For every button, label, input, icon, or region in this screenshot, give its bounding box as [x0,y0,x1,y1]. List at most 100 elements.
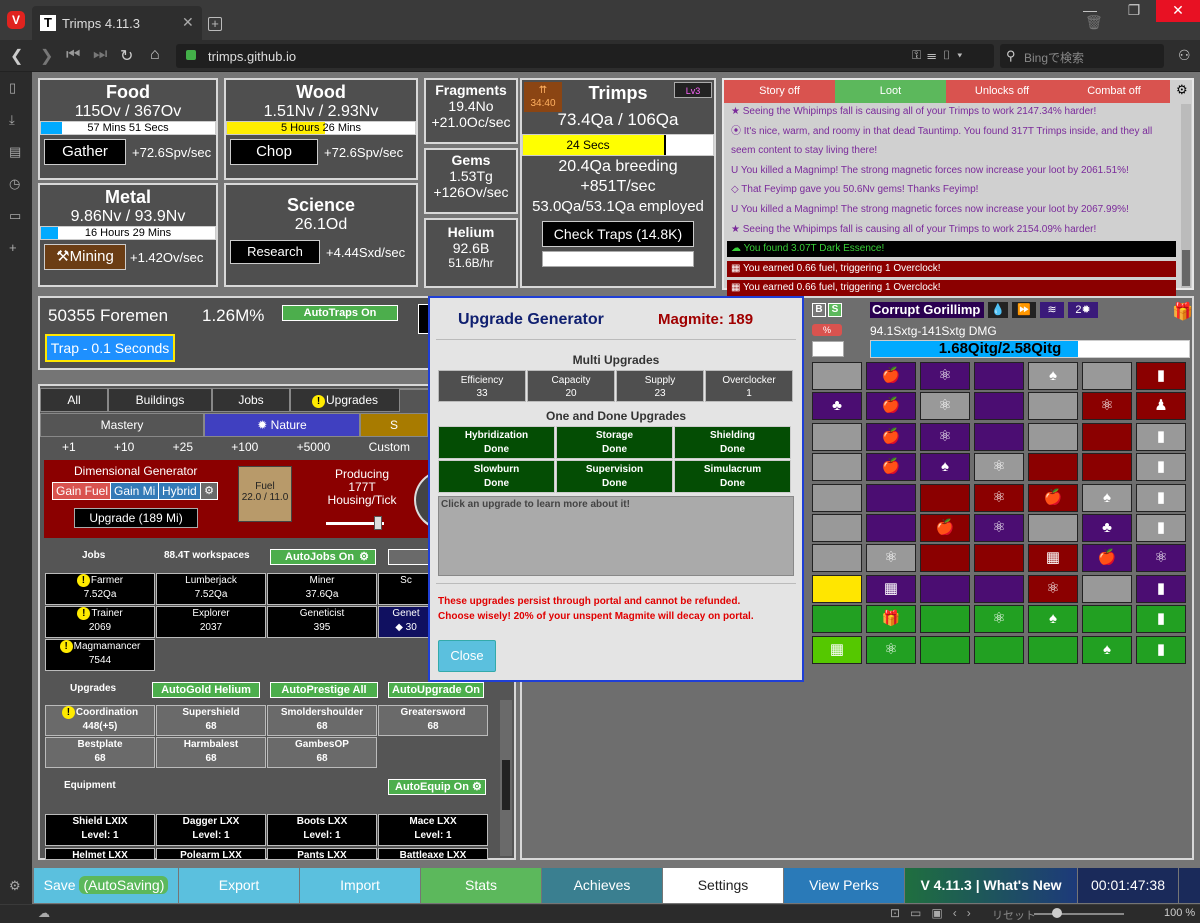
map-cell[interactable]: 🍎 [1082,544,1132,573]
amount-10[interactable]: +10 [114,440,134,458]
map-cell[interactable]: ⚛ [974,605,1024,634]
version-button[interactable]: V 4.11.3 | What's New [905,868,1077,903]
job-extra-button[interactable] [388,549,430,565]
gain-fuel-button[interactable]: Gain Fuel [52,482,113,500]
map-cell[interactable] [974,362,1024,390]
map-cell[interactable]: ▮ [1136,453,1186,482]
stats-button[interactable]: Stats [421,868,541,903]
map-cell[interactable]: ♠ [1082,483,1132,512]
b-button[interactable]: B [812,303,826,317]
chop-button[interactable]: Chop [230,139,318,165]
map-cell[interactable]: ⚛ [866,544,916,573]
equipment-7[interactable]: Battleaxe LXX [378,848,488,860]
autoequip-button[interactable]: AutoEquip On ⚙ [388,779,486,795]
job-miner[interactable]: Miner 37.6Qa [267,573,377,605]
fast-forward-icon[interactable]: ⏩ [1012,302,1036,318]
map-cell[interactable] [866,514,916,542]
job-magmamancer[interactable]: ! Magmamancer 7544 [45,639,155,671]
map-cell[interactable] [1028,514,1078,542]
once-upgrade-hybridization[interactable]: Hybridization Done [438,426,555,459]
upgrade-supershield[interactable]: Supershield 68 [156,705,266,736]
upgrade-harmbalest[interactable]: Harmbalest 68 [156,737,266,768]
view-perks-button[interactable]: View Perks [784,868,904,903]
tab-nature[interactable]: ✹ Nature [204,413,360,437]
job-genet[interactable]: Genet ◆ 30 [378,606,434,638]
map-cell[interactable] [920,544,970,573]
map-cell[interactable] [1028,453,1078,482]
import-button[interactable]: Import [300,868,420,903]
log-scroll-thumb[interactable] [1182,250,1190,286]
upgrade-bestplate[interactable]: Bestplate 68 [45,737,155,768]
map-cell[interactable] [920,605,970,634]
once-upgrade-simulacrum[interactable]: Simulacrum Done [674,460,791,493]
job-farmer[interactable]: ! Farmer 7.52Qa [45,573,155,605]
map-cell[interactable] [920,635,970,664]
map-cell[interactable]: ▮ [1136,362,1186,390]
equipment-3[interactable]: Mace LXX Level: 1 [378,814,488,846]
amount-custom[interactable]: Custom [369,440,410,458]
map-cell[interactable] [974,422,1024,451]
cloud-icon[interactable]: ☁ [38,906,50,920]
map-cell[interactable] [920,574,970,603]
gain-mi-button[interactable]: Gain Mi [110,482,160,500]
housing-slider-knob[interactable] [374,516,382,530]
job-sc[interactable]: Sc [378,573,434,605]
equipment-2[interactable]: Boots LXX Level: 1 [267,814,377,846]
mining-button[interactable]: ⚒Mining [44,244,126,270]
map-cell[interactable]: ▮ [1136,514,1186,542]
reload-icon[interactable]: ↻ [120,46,133,66]
hybrid-button[interactable]: Hybrid [158,482,201,500]
map-cell[interactable] [1028,392,1078,421]
trap-button[interactable]: Trap - 0.1 Seconds [45,334,175,362]
export-button[interactable]: Export [179,868,299,903]
map-cell[interactable]: 🍎 [866,422,916,451]
upgrade-greatersword[interactable]: Greatersword 68 [378,705,488,736]
close-button[interactable]: Close [438,640,496,672]
map-cell[interactable] [1082,574,1132,603]
autojobs-gear-icon[interactable]: ⚙ [359,551,369,563]
autoupgrade-button[interactable]: AutoUpgrade On [388,682,484,698]
map-cell[interactable] [1028,422,1078,451]
tab-upgrades[interactable]: ! Upgrades [290,388,400,412]
amount-100[interactable]: +100 [231,440,258,458]
job-geneticist[interactable]: Geneticist 395 [267,606,377,638]
autojobs-button[interactable]: AutoJobs On ⚙ [270,549,376,565]
map-cell[interactable] [920,483,970,512]
autoequip-gear-icon[interactable]: ⚙ [472,781,482,793]
map-cell[interactable]: ▮ [1136,605,1186,634]
tab-jobs[interactable]: Jobs [212,388,290,412]
map-cell[interactable] [1082,605,1132,634]
tab-s[interactable]: S [360,413,428,437]
tab-all[interactable]: All [40,388,108,412]
log-filter-combat[interactable]: Combat off [1058,80,1170,103]
map-cell[interactable]: ▮ [1136,574,1186,603]
map-cell[interactable]: ♟ [1136,392,1186,421]
url-field[interactable] [176,44,994,68]
equipment-5[interactable]: Polearm LXX [156,848,266,860]
log-filter-loot[interactable]: Loot [835,80,946,103]
once-upgrade-storage[interactable]: Storage Done [556,426,673,459]
multi-upgrade-supply[interactable]: Supply 23 [616,370,704,402]
amount-25[interactable]: +25 [173,440,193,458]
job-lumberjack[interactable]: Lumberjack 7.52Qa [156,573,266,605]
map-cell[interactable] [812,514,862,542]
new-tab-icon[interactable]: + [208,17,222,31]
map-cell[interactable] [1082,453,1132,482]
check-traps-button[interactable]: Check Traps (14.8K) [542,221,694,247]
log-filter-unlocks[interactable]: Unlocks off [946,80,1058,103]
map-cell[interactable]: ▮ [1136,635,1186,664]
map-cell[interactable]: ⚛ [974,453,1024,482]
map-cell[interactable] [812,574,862,603]
map-cell[interactable]: ♣ [1082,514,1132,542]
map-cell[interactable]: 🍎 [920,514,970,542]
tab-mastery[interactable]: Mastery [40,413,204,437]
map-cell[interactable] [1028,635,1078,664]
upgrade-smoldershoulder[interactable]: Smoldershoulder 68 [267,705,377,736]
research-button[interactable]: Research [230,240,320,264]
rewind-icon[interactable]: ⏮ [66,46,80,64]
amount-5000[interactable]: +5000 [297,440,331,458]
gather-button[interactable]: Gather [44,139,126,165]
zoom-slider[interactable] [1034,913,1124,915]
map-cell[interactable]: ♠ [1028,605,1078,634]
zoom-slider-knob[interactable] [1052,908,1062,918]
